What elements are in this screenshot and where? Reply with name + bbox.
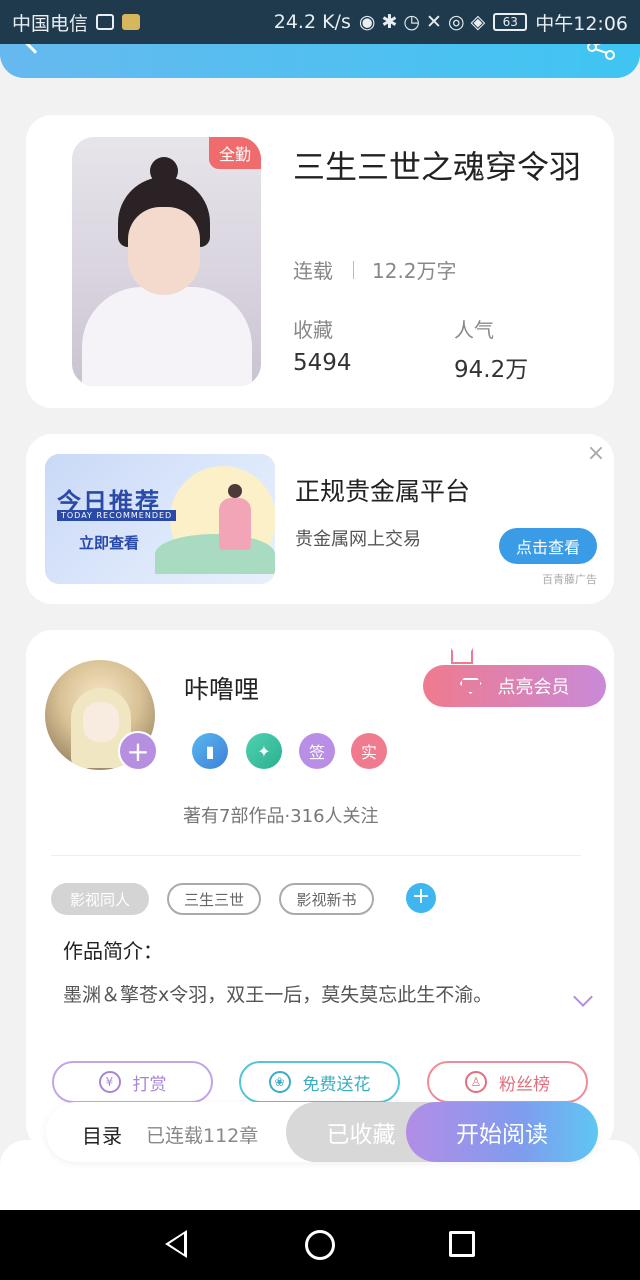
- ad-image-subtitle: TODAY RECOMMENDED: [57, 510, 177, 521]
- activity-icon: [96, 14, 115, 30]
- tip-button[interactable]: ¥ 打赏: [52, 1061, 213, 1103]
- author-name[interactable]: 咔噜哩: [184, 670, 259, 706]
- carrier-label: 中国电信: [12, 12, 89, 35]
- add-tag-icon[interactable]: +: [406, 883, 436, 913]
- ad-card[interactable]: 今日推荐 TODAY RECOMMENDED 立即查看 正规贵金属平台 贵金属网…: [26, 434, 614, 604]
- serial-status: 连载: [293, 259, 333, 283]
- book-cover[interactable]: 全勤: [72, 137, 261, 386]
- user-icon: ♙: [465, 1071, 487, 1093]
- author-card: + 咔噜哩 点亮会员 ▮ ✦ 签 实 著有7部作品·316人关注 影视同人 三生…: [26, 630, 614, 1150]
- genre-tag[interactable]: 影视新书: [279, 883, 374, 915]
- book-info-card: 全勤 三生三世之魂穿令羽 连载 12.2万字 收藏 5494 人气 94.2万: [26, 115, 614, 408]
- intro-label: 作品简介：: [63, 939, 163, 963]
- start-reading-button[interactable]: 开始阅读: [406, 1102, 598, 1162]
- ad-image-cta: 立即查看: [79, 534, 140, 552]
- popularity-value: 94.2万: [454, 357, 529, 383]
- close-icon[interactable]: ×: [584, 442, 608, 466]
- vip-button[interactable]: 点亮会员: [423, 665, 606, 707]
- phone-badge-icon[interactable]: ▮: [192, 733, 228, 769]
- fan-ranking-label: 粉丝榜: [499, 1074, 550, 1095]
- follow-plus-icon[interactable]: +: [118, 731, 158, 771]
- fan-ranking-button[interactable]: ♙ 粉丝榜: [427, 1061, 588, 1103]
- favorites-label: 收藏: [293, 318, 333, 342]
- book-title: 三生三世之魂穿令羽: [293, 148, 582, 186]
- send-flower-button[interactable]: ❀ 免费送花: [239, 1061, 400, 1103]
- flower-icon: ❀: [268, 1071, 291, 1093]
- bottom-action-bar: 目录 已连载112章 已收藏 开始阅读: [46, 1102, 598, 1162]
- chapter-count[interactable]: 已连载112章: [146, 1121, 258, 1148]
- handshake-badge-icon[interactable]: ✦: [246, 733, 282, 769]
- ad-title: 正规贵金属平台: [295, 477, 471, 506]
- ad-subtitle: 贵金属网上交易: [295, 529, 421, 550]
- book-status-row: 连载 12.2万字: [293, 255, 457, 284]
- diamond-icon: [459, 678, 482, 694]
- author-stats: 著有7部作品·316人关注: [183, 806, 379, 827]
- send-flower-label: 免费送花: [302, 1074, 371, 1095]
- divider: [51, 855, 581, 856]
- nav-recent-apps-icon[interactable]: [449, 1231, 475, 1257]
- signed-badge[interactable]: 签: [299, 733, 335, 769]
- notification-icon: [122, 14, 141, 30]
- ad-view-button[interactable]: 点击查看: [499, 528, 597, 564]
- popularity-label: 人气: [454, 318, 494, 342]
- nav-back-icon[interactable]: [165, 1230, 187, 1258]
- ad-source-label: 百青藤广告: [542, 573, 597, 586]
- nav-home-icon[interactable]: [305, 1230, 335, 1260]
- genre-tag[interactable]: 影视同人: [51, 883, 149, 915]
- chevron-down-icon[interactable]: [573, 987, 593, 1007]
- favorites-value: 5494: [293, 350, 352, 376]
- verified-badge[interactable]: 实: [351, 733, 387, 769]
- tip-label: 打赏: [132, 1074, 167, 1095]
- battery-icon: 63: [493, 13, 528, 31]
- system-nav-bar: [0, 1210, 640, 1280]
- word-count: 12.2万字: [372, 259, 457, 283]
- intro-text: 墨渊＆擎苍x令羽，双王一后，莫失莫忘此生不渝。: [63, 984, 493, 1006]
- divider: [353, 260, 354, 279]
- network-speed: 24.2 K/s: [273, 11, 351, 33]
- crown-icon: [451, 648, 473, 664]
- status-bar: 中国电信 24.2 K/s ◉ ✱ ◷ ✕ ◎ ◈ 63 中午12:06: [0, 0, 640, 44]
- clock: 中午12:06: [535, 12, 628, 35]
- full-attendance-tag: 全勤: [209, 137, 261, 169]
- genre-tag[interactable]: 三生三世: [167, 883, 261, 915]
- yen-icon: ¥: [98, 1071, 121, 1093]
- ad-image[interactable]: 今日推荐 TODAY RECOMMENDED 立即查看: [45, 454, 275, 584]
- status-icons: ◉ ✱ ◷ ✕ ◎ ◈: [358, 11, 486, 33]
- table-of-contents-button[interactable]: 目录: [82, 1120, 122, 1149]
- vip-button-label: 点亮会员: [497, 677, 570, 698]
